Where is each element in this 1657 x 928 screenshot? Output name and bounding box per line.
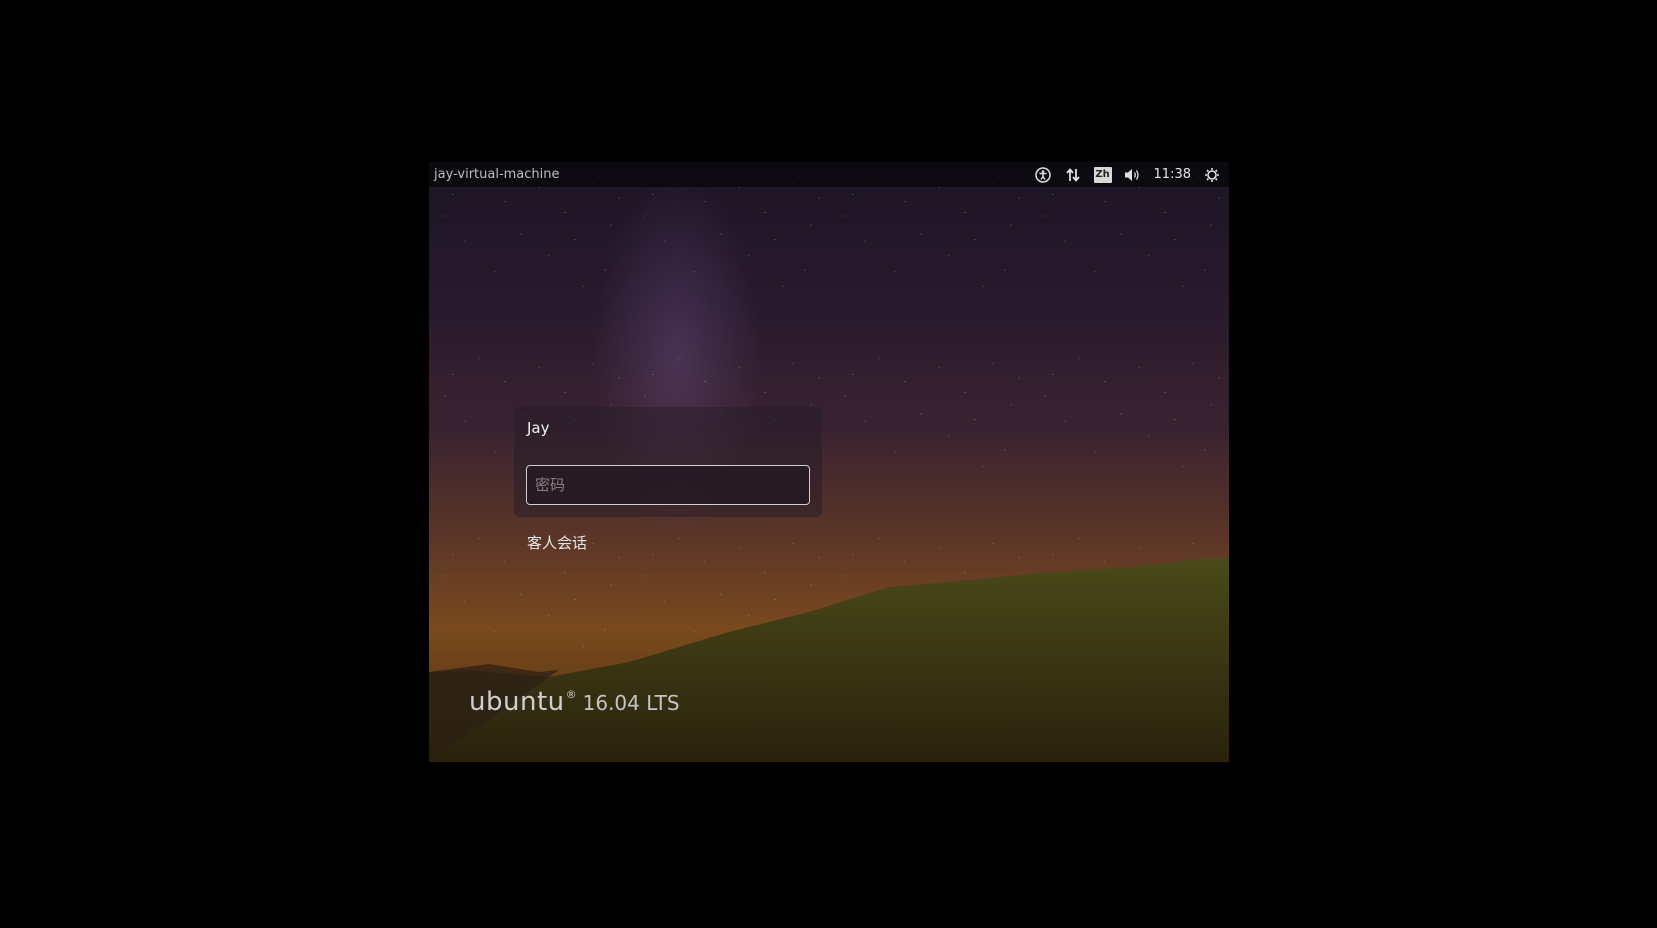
ubuntu-version: 16.04 LTS xyxy=(582,691,680,715)
user-name[interactable]: Jay xyxy=(527,419,550,437)
hostname-label: jay-virtual-machine xyxy=(434,167,560,182)
power-icon[interactable] xyxy=(1203,166,1221,184)
accessibility-icon[interactable] xyxy=(1034,166,1052,184)
top-panel: jay-virtual-machine Zh 11:38 xyxy=(429,162,1229,187)
clock[interactable]: 11:38 xyxy=(1154,167,1191,182)
password-input[interactable] xyxy=(526,465,810,505)
network-icon[interactable] xyxy=(1064,166,1082,184)
keyboard-layout-icon[interactable]: Zh xyxy=(1093,166,1112,184)
volume-icon[interactable] xyxy=(1124,166,1142,184)
login-panel: Jay xyxy=(514,407,822,517)
guest-session-option[interactable]: 客人会话 xyxy=(527,532,587,553)
login-screen: jay-virtual-machine Zh 11:38 Jay 客人会话 ub… xyxy=(429,162,1229,762)
ubuntu-logo: ubuntu ® 16.04 LTS xyxy=(469,687,680,717)
hill-silhouette xyxy=(429,557,1229,762)
keyboard-layout-label: Zh xyxy=(1093,166,1112,183)
registered-mark: ® xyxy=(565,688,577,701)
indicator-area: Zh 11:38 xyxy=(1034,166,1229,184)
ubuntu-wordmark: ubuntu xyxy=(469,687,565,717)
